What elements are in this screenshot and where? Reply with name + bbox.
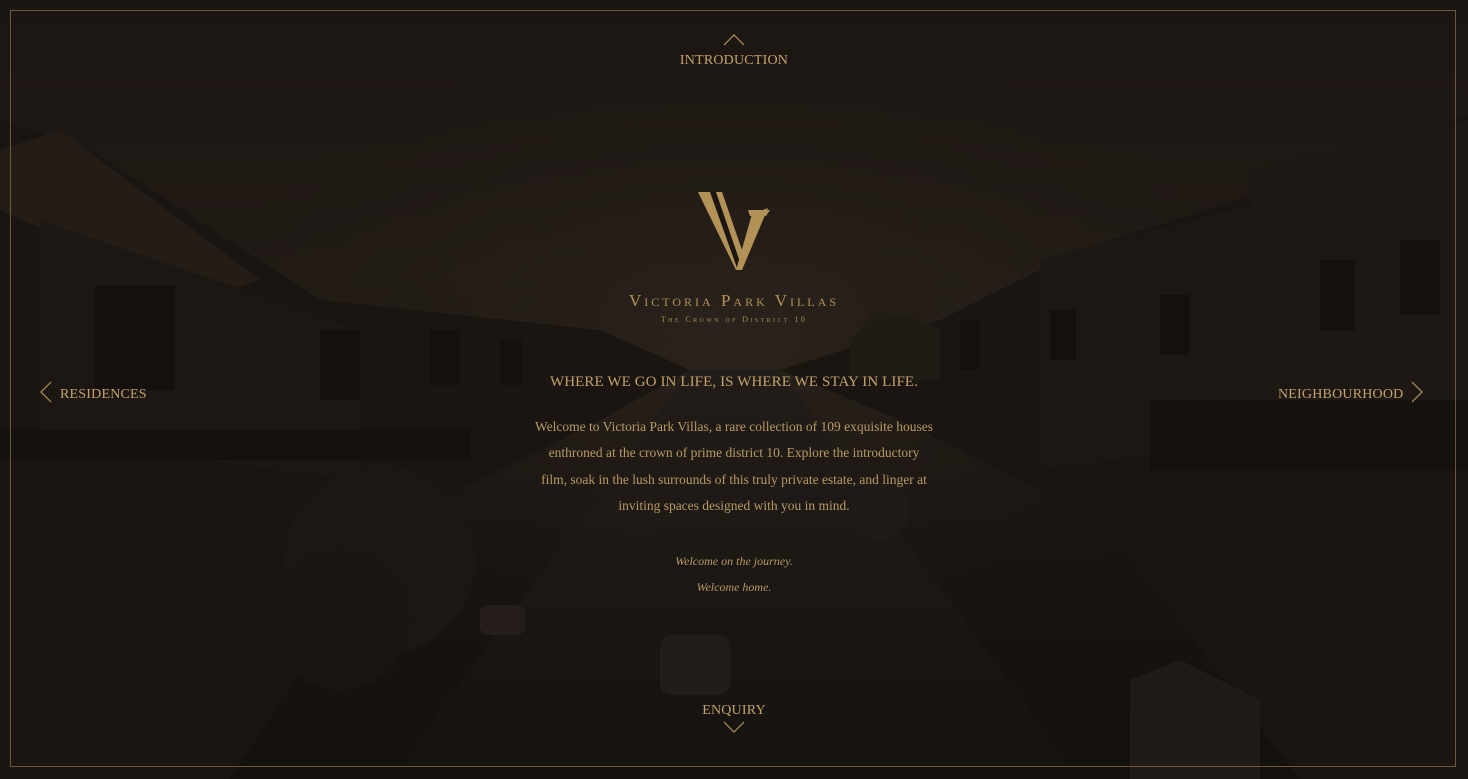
section-headline: WHERE WE GO IN LIFE, IS WHERE WE STAY IN… — [549, 374, 919, 390]
intro-paragraph: Welcome to Victoria Park Villas, a rare … — [535, 419, 933, 514]
closing-lines: Welcome on the journey. Welcome home. — [584, 548, 884, 600]
brand-name: Victoria Park Villas — [629, 291, 839, 310]
closing-line-1: Welcome on the journey. — [675, 554, 793, 568]
brand-logo: Victoria Park Villas The Crown of Distri… — [584, 188, 884, 324]
chevron-down-icon — [634, 721, 834, 738]
nav-neighbourhood-label: NEIGHBOURHOOD — [1278, 386, 1404, 402]
nav-neighbourhood-link[interactable]: NEIGHBOURHOOD — [1278, 381, 1424, 408]
nav-enquiry-link[interactable]: ENQUIRY — [634, 703, 834, 738]
chevron-left-icon — [40, 381, 52, 408]
nav-enquiry-label: ENQUIRY — [702, 703, 766, 718]
brand-tagline: The Crown of District 10 — [660, 315, 808, 324]
nav-introduction-label: INTRODUCTION — [679, 53, 789, 68]
nav-residences-label: RESIDENCES — [60, 386, 147, 402]
chevron-right-icon — [1411, 381, 1424, 408]
chevron-up-icon — [634, 34, 834, 51]
nav-introduction-link[interactable]: INTRODUCTION — [634, 34, 834, 69]
closing-line-2: Welcome home. — [696, 580, 772, 594]
monogram-v-icon — [584, 188, 884, 277]
nav-residences-link[interactable]: RESIDENCES — [40, 381, 147, 408]
